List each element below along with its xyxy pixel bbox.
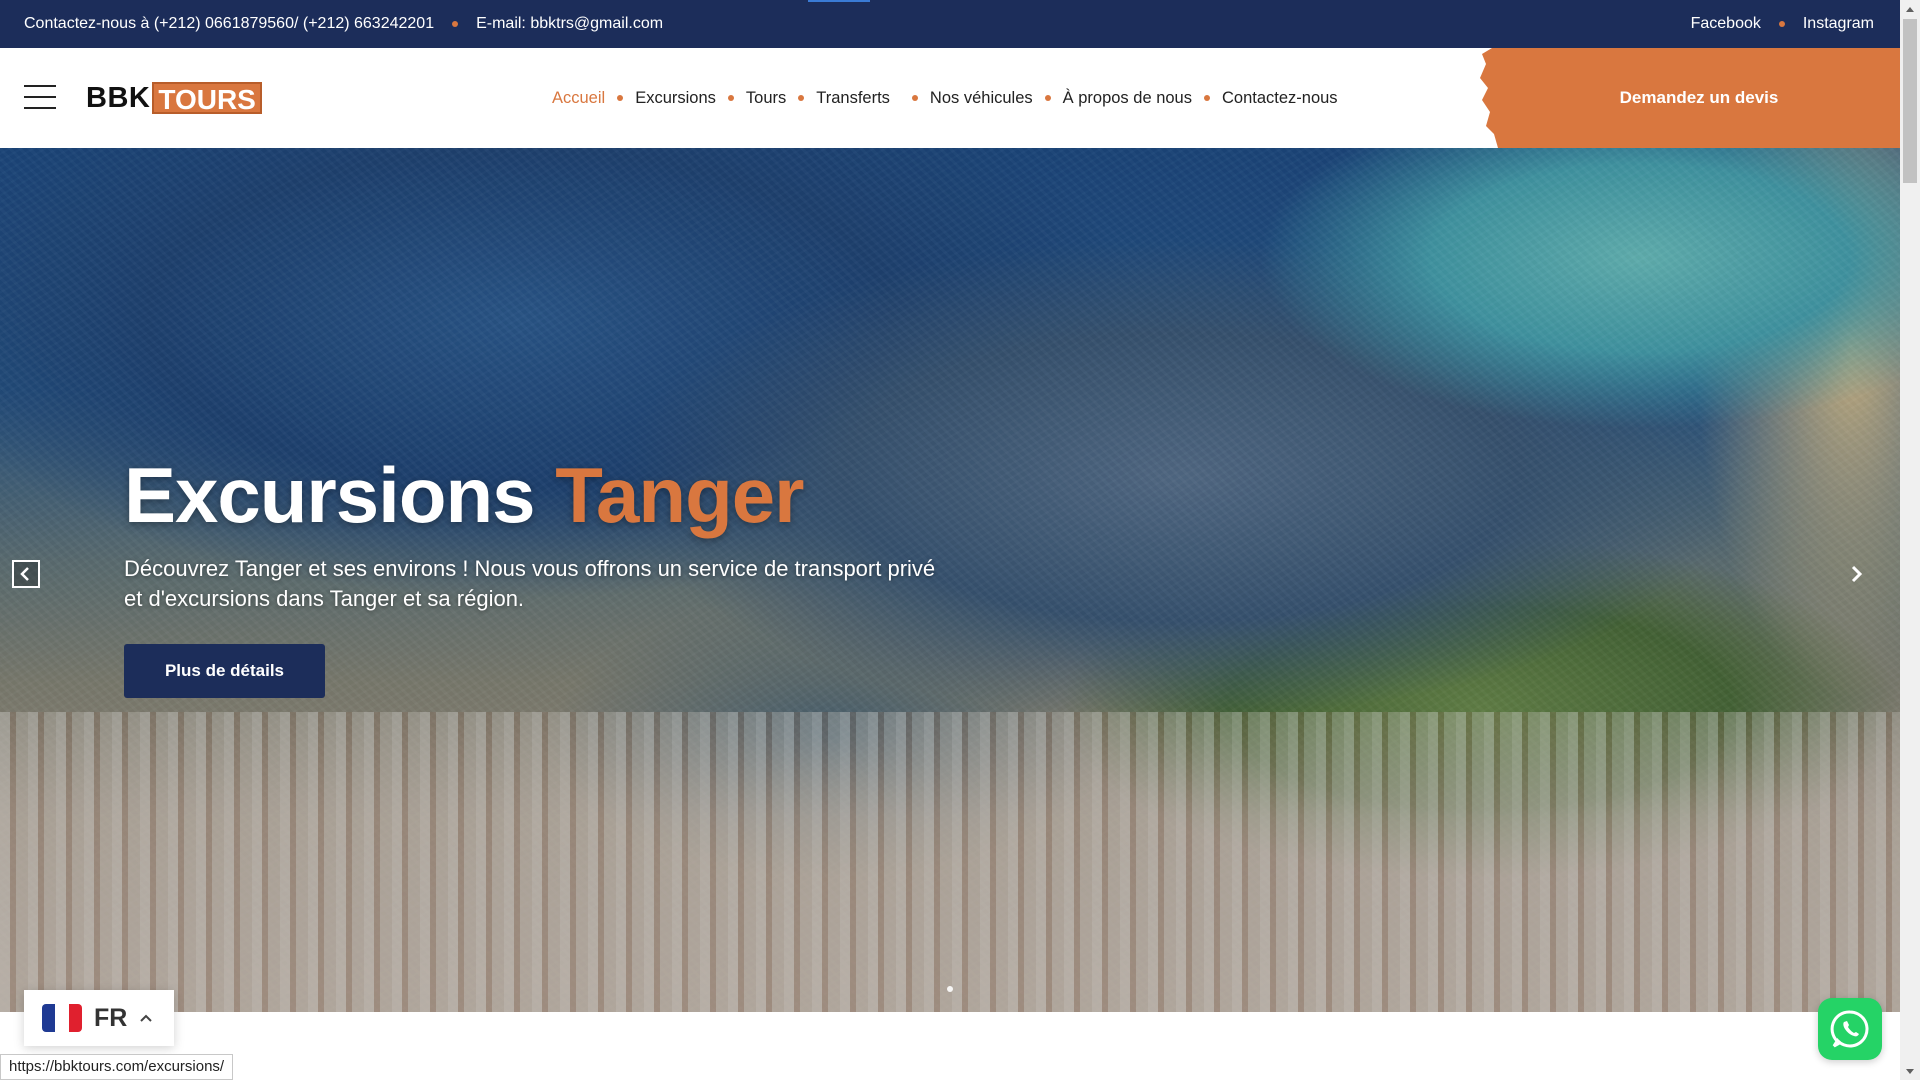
- separator-dot: [1778, 21, 1785, 27]
- facebook-link[interactable]: Facebook: [1691, 15, 1761, 33]
- social-links: Facebook Instagram: [1691, 0, 1874, 48]
- hamburger-icon[interactable]: [24, 85, 56, 109]
- language-code: FR: [94, 1003, 128, 1032]
- slider-pagination: [0, 986, 1900, 992]
- chevron-up-icon: [140, 1014, 153, 1022]
- status-bar-url: https://bbktours.com/excursions/: [0, 1054, 234, 1080]
- logo-text-tours: TOURS: [152, 82, 262, 115]
- scroll-up-arrow-icon[interactable]: [1900, 0, 1920, 17]
- instagram-link[interactable]: Instagram: [1803, 15, 1874, 33]
- nav-separator-dot: [798, 95, 805, 101]
- main-nav: Accueil Excursions Tours Transferts Nos …: [552, 48, 1338, 148]
- nav-separator-dot: [727, 95, 734, 101]
- nav-separator-dot: [1203, 95, 1210, 101]
- nav-item-excursions[interactable]: Excursions: [635, 89, 716, 108]
- contact-info: Contactez-nous à (+212) 0661879560/ (+21…: [24, 0, 663, 48]
- hero-slider: Excursions Tanger Découvrez Tanger et se…: [0, 148, 1900, 1012]
- hero-title-part1: Excursions: [124, 451, 536, 539]
- nav-separator-dot: [911, 95, 918, 101]
- scroll-down-arrow-icon[interactable]: [1900, 1063, 1920, 1080]
- nav-item-transferts[interactable]: Transferts: [816, 89, 890, 108]
- chevron-left-icon[interactable]: [12, 560, 40, 588]
- nav-separator-dot: [617, 95, 624, 101]
- nav-item-a-propos[interactable]: À propos de nous: [1063, 89, 1192, 108]
- top-contact-bar: Contactez-nous à (+212) 0661879560/ (+21…: [0, 0, 1900, 48]
- whatsapp-button[interactable]: [1818, 998, 1882, 1060]
- nav-item-vehicules[interactable]: Nos véhicules: [930, 89, 1033, 108]
- scrollbar-thumb[interactable]: [1903, 19, 1917, 183]
- whatsapp-icon: [1830, 1010, 1869, 1048]
- site-header: BBK TOURS Accueil Excursions Tours Trans…: [0, 48, 1900, 148]
- nav-item-tours[interactable]: Tours: [746, 89, 786, 108]
- quote-button[interactable]: Demandez un devis: [1478, 48, 1900, 148]
- nav-item-contact[interactable]: Contactez-nous: [1222, 89, 1338, 108]
- hero-title: Excursions Tanger: [124, 450, 804, 541]
- quote-button-label: Demandez un devis: [1619, 88, 1779, 107]
- top-accent-line: [808, 0, 870, 2]
- site-logo[interactable]: BBK TOURS: [86, 81, 262, 115]
- chevron-right-icon[interactable]: [1842, 560, 1870, 588]
- page-scrollbar[interactable]: [1900, 0, 1920, 1080]
- nav-separator-dot: [1044, 95, 1051, 101]
- hero-subtitle: Découvrez Tanger et ses environs ! Nous …: [124, 556, 936, 611]
- slider-dot[interactable]: [947, 986, 953, 992]
- separator-dot: [452, 21, 459, 27]
- contact-email[interactable]: E-mail: bbktrs@gmail.com: [476, 15, 663, 33]
- details-button[interactable]: Plus de détails: [124, 644, 325, 698]
- contact-phone[interactable]: Contactez-nous à (+212) 0661879560/ (+21…: [24, 15, 434, 33]
- logo-text-bbk: BBK: [86, 81, 151, 114]
- nav-item-accueil[interactable]: Accueil: [552, 89, 605, 108]
- language-switcher[interactable]: FR: [24, 990, 174, 1046]
- france-flag-icon: [42, 1004, 82, 1032]
- hero-title-part2: Tanger: [555, 451, 804, 539]
